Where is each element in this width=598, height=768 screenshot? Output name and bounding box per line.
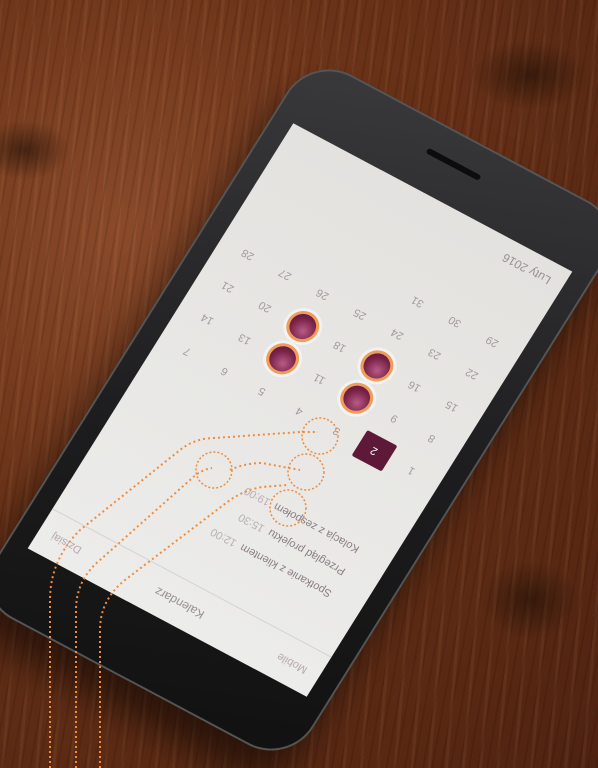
wood-knot: [480, 560, 580, 640]
nav-right-button[interactable]: Dzisiaj: [49, 530, 84, 555]
nav-left-button[interactable]: Mobile: [275, 650, 310, 675]
wood-knot: [470, 40, 590, 110]
event-time: 12:00: [208, 525, 240, 549]
event-title: Spotkanie z klientem: [238, 541, 335, 600]
event-time: 15:30: [236, 510, 267, 535]
wood-knot: [0, 120, 70, 180]
nav-title: Kalendarz: [151, 584, 208, 622]
event-time: 19:00: [242, 484, 273, 508]
